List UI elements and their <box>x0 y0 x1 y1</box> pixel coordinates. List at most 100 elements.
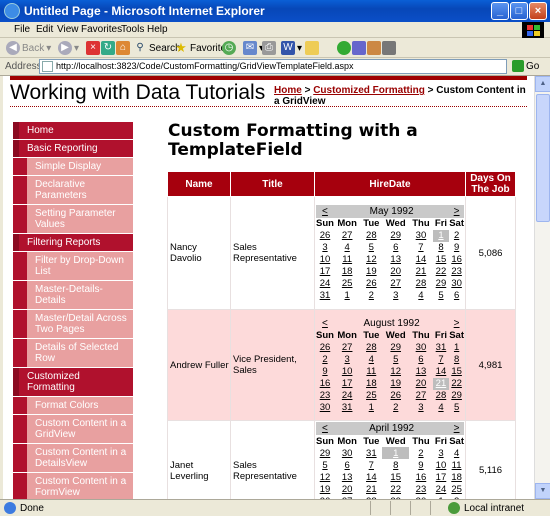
calendar-day[interactable]: 25 <box>334 278 360 290</box>
sidebar-item[interactable]: Custom Content in a FormView <box>13 473 133 499</box>
calendar-day[interactable]: 17 <box>433 471 449 483</box>
calendar-day[interactable]: 6 <box>449 290 464 302</box>
calendar-day[interactable]: 11 <box>360 365 383 378</box>
calendar-day[interactable]: 29 <box>316 447 334 459</box>
calendar-day[interactable]: 7 <box>360 459 382 471</box>
calendar-day[interactable]: 19 <box>360 266 382 278</box>
calendar-day[interactable]: 2 <box>316 353 334 366</box>
messenger-button[interactable] <box>337 41 351 55</box>
discuss-button[interactable] <box>305 41 319 55</box>
forward-button[interactable]: ▶ ▾ <box>58 41 79 55</box>
calendar-day[interactable]: 1 <box>334 290 360 302</box>
minimize-button[interactable]: _ <box>491 2 509 20</box>
calendar-day[interactable]: 23 <box>449 266 464 278</box>
sidebar-item[interactable]: Filtering Reports <box>13 234 133 251</box>
sidebar-item[interactable]: Declarative Parameters <box>13 176 133 204</box>
calendar-day[interactable]: 2 <box>382 401 410 414</box>
calendar-day[interactable]: 21 <box>360 483 382 495</box>
sidebar-item[interactable]: Setting Parameter Values <box>13 205 133 233</box>
calendar-day[interactable]: 1 <box>449 341 464 354</box>
calendar-day[interactable]: 13 <box>334 471 360 483</box>
sidebar-item[interactable]: Simple Display <box>13 158 133 175</box>
tool-button-a[interactable] <box>352 41 366 55</box>
calendar-day[interactable]: 24 <box>433 483 449 495</box>
calendar-day[interactable]: 26 <box>316 230 334 242</box>
calendar-day[interactable]: 28 <box>360 341 383 354</box>
home-button[interactable]: ⌂ <box>116 41 130 55</box>
calendar-day[interactable]: 27 <box>333 341 361 354</box>
sidebar-item[interactable]: Master-Details-Details <box>13 281 133 309</box>
calendar-day[interactable]: 22 <box>433 266 449 278</box>
calendar-day[interactable]: 5 <box>449 401 464 414</box>
sidebar-item[interactable]: Format Colors <box>13 397 133 414</box>
calendar-day[interactable]: 26 <box>382 389 410 402</box>
calendar-day[interactable]: 14 <box>432 365 450 378</box>
breadcrumb-section[interactable]: Customized Formatting <box>313 85 425 96</box>
edit-button[interactable]: W ▾ <box>281 41 302 55</box>
calendar-day[interactable]: 23 <box>316 389 334 402</box>
calendar-day[interactable]: 30 <box>449 278 464 290</box>
calendar-day[interactable]: 18 <box>334 266 360 278</box>
calendar-day[interactable]: 15 <box>449 365 464 378</box>
menu-help[interactable]: Help <box>147 24 168 35</box>
menu-view[interactable]: View <box>57 24 79 35</box>
sidebar-item[interactable]: Customized Formatting <box>13 368 133 396</box>
calendar-day[interactable]: 16 <box>316 377 334 390</box>
calendar-day[interactable]: 2 <box>409 447 433 459</box>
calendar-day[interactable]: 3 <box>316 242 334 254</box>
refresh-button[interactable]: ↻ <box>101 41 115 55</box>
calendar-day[interactable]: 3 <box>333 353 361 366</box>
calendar-day[interactable]: 29 <box>433 278 449 290</box>
calendar-day[interactable]: 6 <box>382 242 409 254</box>
calendar-day[interactable]: 21 <box>432 377 450 390</box>
calendar-day[interactable]: 11 <box>449 459 464 471</box>
calendar-day[interactable]: 30 <box>409 341 433 354</box>
calendar-day[interactable]: 9 <box>316 365 334 378</box>
sidebar-item[interactable]: Custom Content in a GridView <box>13 415 133 443</box>
print-button[interactable]: ⎙ <box>262 41 276 55</box>
calendar-prev-link[interactable]: < <box>316 316 334 330</box>
close-button[interactable]: × <box>529 2 547 20</box>
calendar-day[interactable]: 22 <box>449 377 464 390</box>
calendar-day[interactable]: 30 <box>316 401 334 414</box>
mail-button[interactable]: ✉ ▾ <box>243 41 264 55</box>
calendar-day[interactable]: 18 <box>360 377 383 390</box>
calendar-day[interactable]: 10 <box>316 254 334 266</box>
calendar-day[interactable]: 2 <box>360 290 382 302</box>
calendar-day[interactable]: 14 <box>360 471 382 483</box>
menu-favorites[interactable]: Favorites <box>81 24 122 35</box>
maximize-button[interactable]: □ <box>510 2 528 20</box>
calendar-day[interactable]: 18 <box>449 471 464 483</box>
sidebar-item[interactable]: Filter by Drop-Down List <box>13 252 133 280</box>
stop-button[interactable]: × <box>86 41 100 55</box>
calendar-day[interactable]: 28 <box>409 278 433 290</box>
calendar-day[interactable]: 5 <box>382 353 410 366</box>
calendar-day[interactable]: 24 <box>333 389 361 402</box>
calendar-day[interactable]: 25 <box>360 389 383 402</box>
calendar-day[interactable]: 13 <box>409 365 433 378</box>
calendar-day[interactable]: 30 <box>334 447 360 459</box>
calendar-day[interactable]: 12 <box>382 365 410 378</box>
calendar-day[interactable]: 8 <box>449 353 464 366</box>
breadcrumb-home[interactable]: Home <box>274 85 302 96</box>
calendar-day[interactable]: 27 <box>334 230 360 242</box>
calendar-day[interactable]: 10 <box>333 365 361 378</box>
calendar-day[interactable]: 30 <box>409 230 433 242</box>
tool-button-c[interactable] <box>382 41 396 55</box>
calendar-day[interactable]: 29 <box>382 230 409 242</box>
go-button[interactable]: Go <box>512 60 539 72</box>
back-button[interactable]: ◀ Back ▾ <box>6 41 51 55</box>
calendar-day[interactable]: 1 <box>382 447 410 459</box>
calendar-day[interactable]: 31 <box>333 401 361 414</box>
calendar-day[interactable]: 5 <box>433 290 449 302</box>
calendar-day[interactable]: 29 <box>449 389 464 402</box>
calendar-day[interactable]: 17 <box>333 377 361 390</box>
calendar-day[interactable]: 1 <box>432 229 450 242</box>
calendar-next-link[interactable]: > <box>449 204 464 218</box>
calendar-day[interactable]: 4 <box>432 401 450 414</box>
calendar-day[interactable]: 1 <box>360 401 383 414</box>
calendar-day[interactable]: 17 <box>316 266 334 278</box>
calendar-day[interactable]: 9 <box>409 459 433 471</box>
calendar-day[interactable]: 12 <box>316 471 334 483</box>
menu-tools[interactable]: Tools <box>121 24 144 35</box>
